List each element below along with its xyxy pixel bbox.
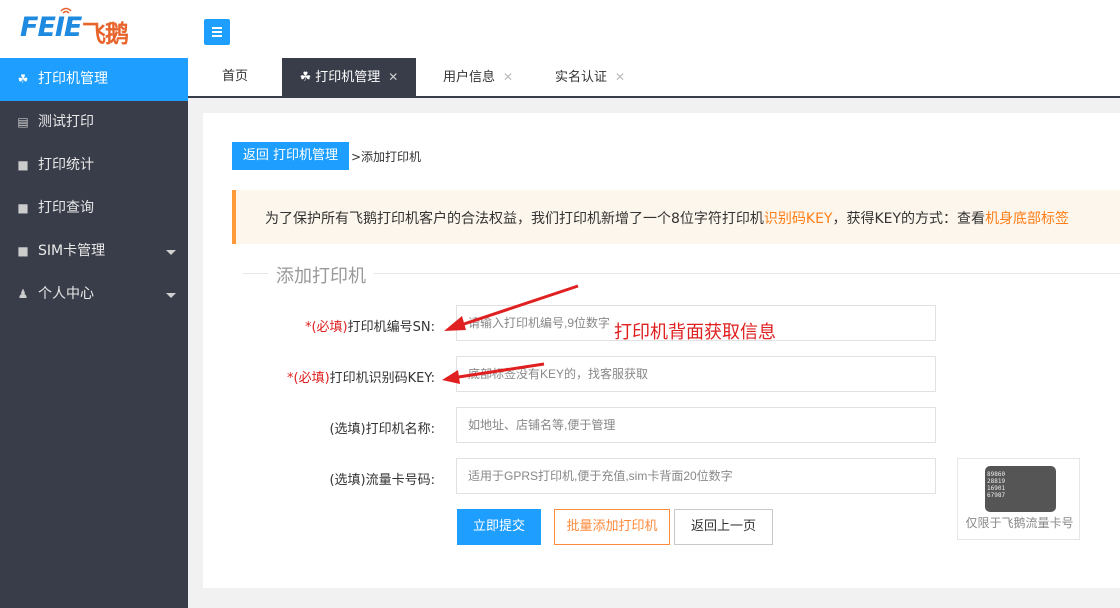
tab-label: 打印机管理 bbox=[315, 70, 381, 85]
chevron-down-icon bbox=[166, 293, 176, 298]
annotation-text: 打印机背面获取信息 bbox=[614, 322, 776, 343]
tab-bar: 首页 ☘ 打印机管理 ✕ 用户信息 ✕ 实名认证 ✕ bbox=[188, 58, 1120, 98]
hamburger-line bbox=[212, 31, 222, 33]
notice-highlight-label: 机身底部标签 bbox=[985, 211, 1070, 227]
logo-chinese: 飞鹅 bbox=[82, 20, 129, 48]
close-icon[interactable]: ✕ bbox=[503, 70, 513, 84]
label-text: 打印机编号SN: bbox=[347, 320, 435, 335]
breadcrumb-current: >添加打印机 bbox=[351, 150, 422, 164]
sidebar-item-label: 个人中心 bbox=[38, 286, 94, 302]
chevron-down-icon bbox=[166, 250, 176, 255]
user-icon: ♟ bbox=[17, 287, 29, 301]
sim-number-input[interactable] bbox=[456, 458, 936, 494]
simcard-number: 89860 28819 16901 67987 bbox=[987, 471, 1006, 499]
sidebar-item-label: 打印统计 bbox=[38, 157, 94, 173]
required-tag: *(必填) bbox=[304, 320, 348, 335]
printer-group-icon: ☘ bbox=[17, 72, 29, 86]
back-button[interactable]: 返回上一页 bbox=[674, 509, 773, 545]
submit-button[interactable]: 立即提交 bbox=[457, 509, 541, 545]
monitor-icon: ■ bbox=[17, 244, 29, 258]
notice-banner: 为了保护所有飞鹅打印机客户的合法权益，我们打印机新增了一个8位字符打印机识别码K… bbox=[232, 190, 1120, 244]
tab-user-info[interactable]: 用户信息 ✕ bbox=[428, 58, 528, 96]
content-panel: 返回 打印机管理 >添加打印机 为了保护所有飞鹅打印机客户的合法权益，我们打印机… bbox=[203, 113, 1120, 588]
sidebar-item-print-query[interactable]: ■ 打印查询 bbox=[0, 187, 188, 230]
sidebar-item-label: SIM卡管理 bbox=[38, 243, 106, 259]
document-icon: ▤ bbox=[17, 115, 29, 129]
sidebar-item-printer-management[interactable]: ☘ 打印机管理 bbox=[0, 58, 188, 101]
label-text: (选填)流量卡号码: bbox=[329, 473, 435, 488]
close-icon[interactable]: ✕ bbox=[388, 70, 398, 84]
notice-middle: ，获得KEY的方式：查看 bbox=[832, 211, 986, 227]
monitor-icon: ■ bbox=[17, 158, 29, 172]
sidebar-item-label: 打印查询 bbox=[38, 200, 94, 216]
notice-prefix: 为了保护所有飞鹅打印机客户的合法权益，我们打印机新增了一个8位字符打印机 bbox=[265, 211, 764, 227]
fieldset-line bbox=[243, 273, 1120, 274]
simcard-hint: 89860 28819 16901 67987 仅限于飞鹅流量卡号 bbox=[957, 458, 1080, 540]
printer-group-icon: ☘ bbox=[299, 70, 312, 85]
printer-key-input[interactable] bbox=[456, 356, 936, 392]
tab-real-name-auth[interactable]: 实名认证 ✕ bbox=[540, 58, 640, 96]
key-field-label: *(必填)打印机识别码KEY: bbox=[203, 367, 435, 386]
sidebar-item-print-stats[interactable]: ■ 打印统计 bbox=[0, 144, 188, 187]
sidebar-item-sim-management[interactable]: ■ SIM卡管理 bbox=[0, 230, 188, 273]
required-tag: *(必填) bbox=[287, 371, 330, 386]
tab-label: 用户信息 bbox=[442, 70, 495, 85]
monitor-icon: ■ bbox=[17, 201, 29, 215]
notice-highlight-key: 识别码KEY bbox=[763, 211, 833, 227]
tab-label: 实名认证 bbox=[554, 70, 607, 85]
tab-home[interactable]: 首页 bbox=[188, 58, 282, 96]
form-legend: 添加打印机 bbox=[268, 262, 374, 288]
tab-printer-management[interactable]: ☘ 打印机管理 ✕ bbox=[282, 58, 416, 96]
wifi-icon bbox=[60, 7, 72, 14]
simcard-caption: 仅限于飞鹅流量卡号 bbox=[965, 516, 1074, 530]
menu-toggle-button[interactable] bbox=[204, 19, 230, 45]
hamburger-icon bbox=[212, 27, 222, 29]
sidebar-item-personal-center[interactable]: ♟ 个人中心 bbox=[0, 273, 188, 316]
sidebar: ☘ 打印机管理 ▤ 测试打印 ■ 打印统计 ■ 打印查询 ■ SIM卡管理 ♟ 个人中心 bbox=[0, 58, 188, 608]
sn-field-label: *(必填)打印机编号SN: bbox=[203, 316, 435, 335]
brand-logo[interactable]: FEIE 飞鹅 bbox=[0, 0, 188, 58]
top-bar: FEIE 飞鹅 bbox=[0, 0, 1120, 58]
sidebar-item-test-print[interactable]: ▤ 测试打印 bbox=[0, 101, 188, 144]
batch-add-button[interactable]: 批量添加打印机 bbox=[554, 509, 670, 545]
back-to-printer-management-button[interactable]: 返回 打印机管理 bbox=[232, 142, 349, 170]
simcard-image: 89860 28819 16901 67987 bbox=[985, 466, 1056, 512]
printer-name-input[interactable] bbox=[456, 407, 936, 443]
label-text: 打印机识别码KEY: bbox=[329, 371, 435, 386]
tab-label: 首页 bbox=[221, 69, 248, 84]
label-text: (选填)打印机名称: bbox=[329, 422, 435, 437]
sidebar-item-label: 打印机管理 bbox=[38, 71, 108, 87]
logo-latin: FEIE bbox=[20, 12, 82, 43]
sim-field-label: (选填)流量卡号码: bbox=[203, 469, 435, 488]
hamburger-line bbox=[212, 35, 222, 37]
name-field-label: (选填)打印机名称: bbox=[203, 418, 435, 437]
sidebar-item-label: 测试打印 bbox=[38, 114, 94, 130]
notice-text: 为了保护所有飞鹅打印机客户的合法权益，我们打印机新增了一个8位字符打印机识别码K… bbox=[265, 208, 1069, 228]
close-icon[interactable]: ✕ bbox=[615, 70, 625, 84]
